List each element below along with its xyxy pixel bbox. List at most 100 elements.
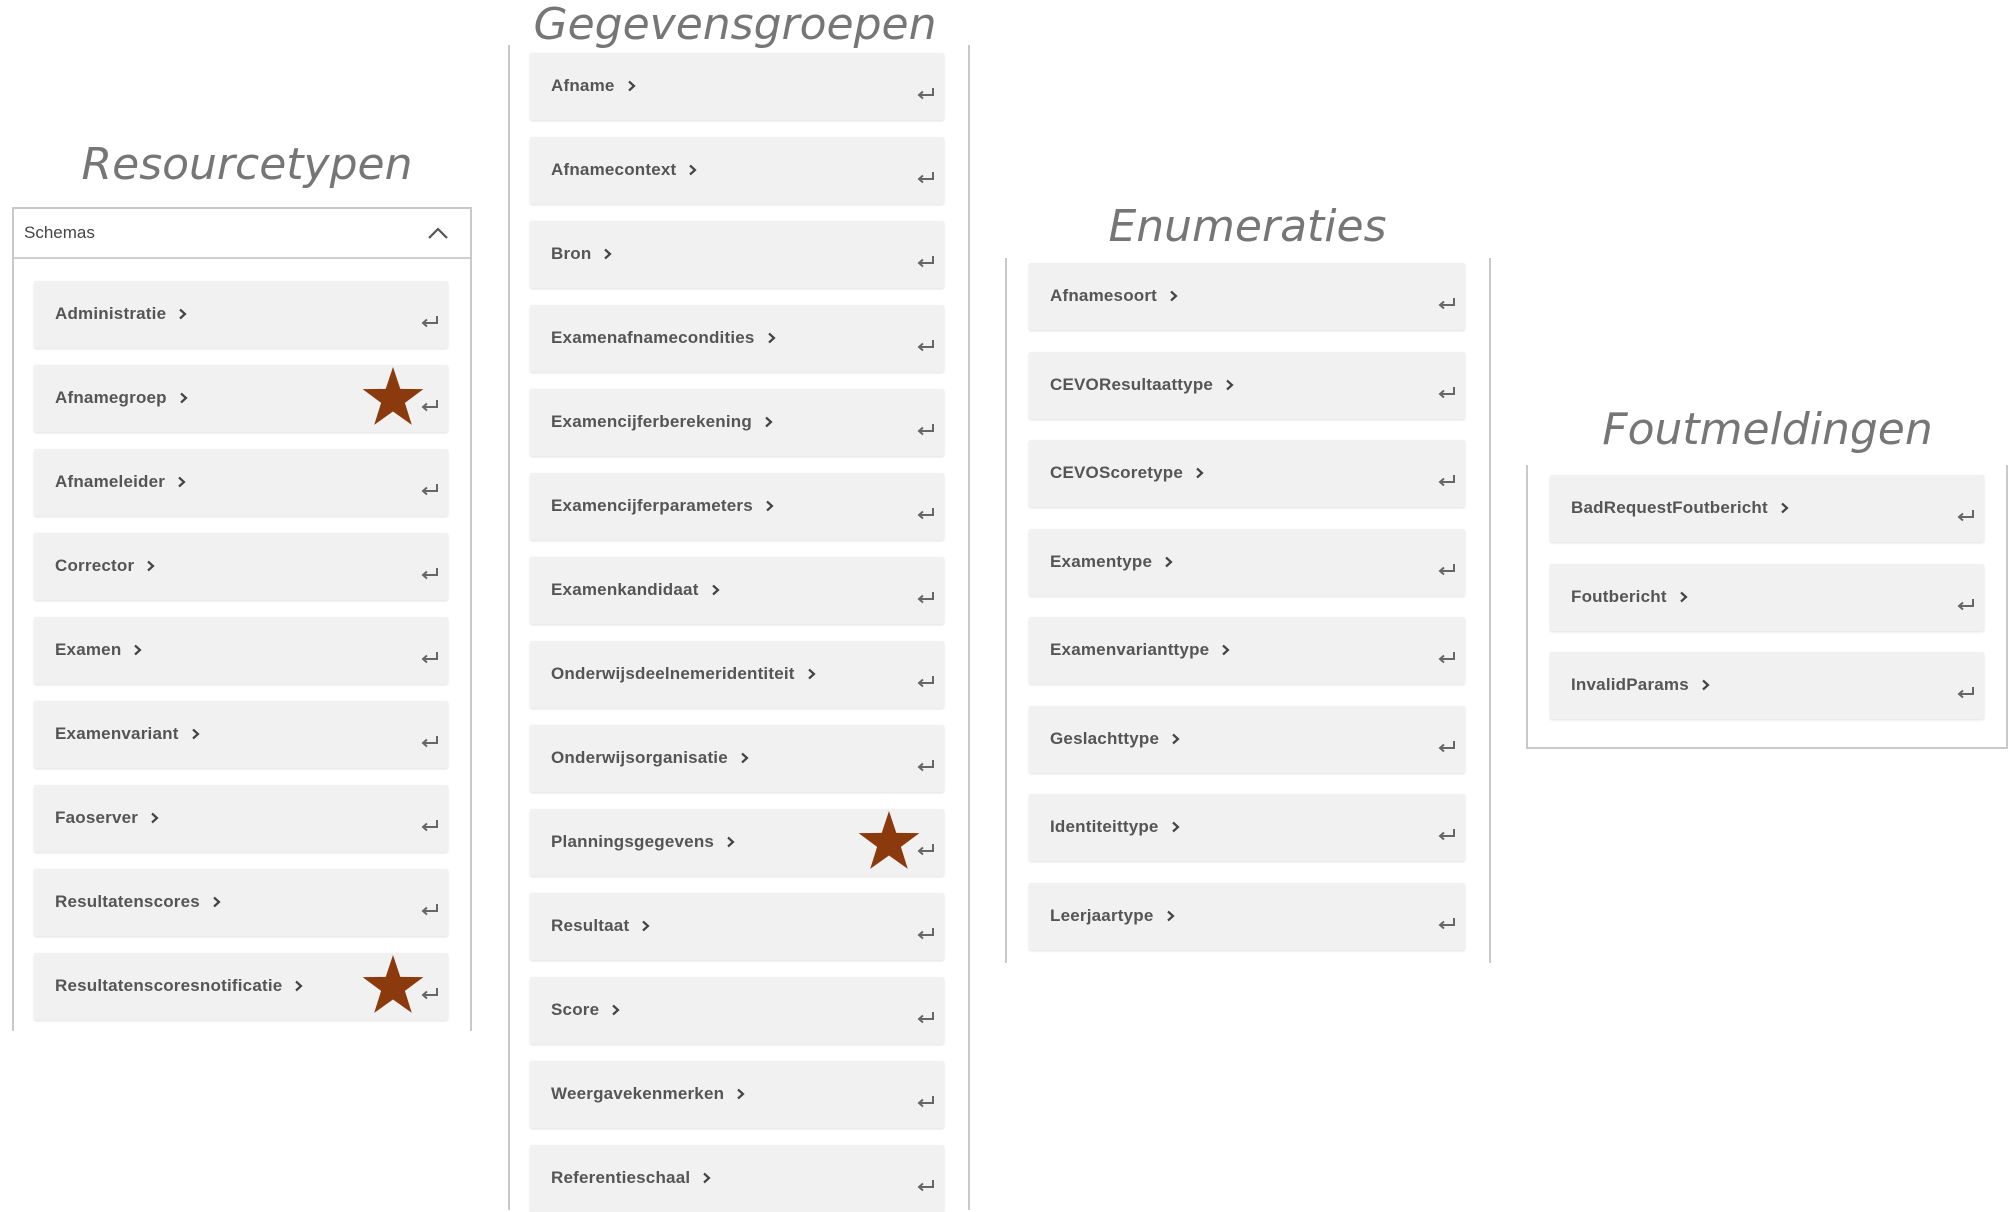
- schema-item[interactable]: Onderwijsdeelnemeridentiteit: [530, 641, 944, 708]
- schema-item[interactable]: Afnameleider: [34, 449, 448, 516]
- enter-arrow-icon[interactable]: [1437, 474, 1457, 488]
- chevron-right-icon[interactable]: [1169, 290, 1178, 302]
- chevron-up-icon[interactable]: [426, 221, 450, 245]
- schema-item[interactable]: Afnamecontext: [530, 137, 944, 204]
- chevron-right-icon[interactable]: [627, 80, 636, 92]
- enter-arrow-icon[interactable]: [1956, 509, 1976, 523]
- chevron-right-icon[interactable]: [740, 752, 749, 764]
- enter-arrow-icon[interactable]: [1437, 828, 1457, 842]
- enter-arrow-icon[interactable]: [1437, 563, 1457, 577]
- schema-item[interactable]: Score: [530, 977, 944, 1044]
- schema-item[interactable]: Foutbericht: [1550, 564, 1984, 631]
- enter-arrow-icon[interactable]: [1437, 917, 1457, 931]
- enter-arrow-icon[interactable]: [916, 1179, 936, 1193]
- schema-item[interactable]: Examenvariant: [34, 701, 448, 768]
- schema-item[interactable]: Afnamegroep: [34, 365, 448, 432]
- enter-arrow-icon[interactable]: [916, 591, 936, 605]
- schema-item[interactable]: Resultaat: [530, 893, 944, 960]
- chevron-right-icon[interactable]: [146, 560, 155, 572]
- chevron-right-icon[interactable]: [1701, 679, 1710, 691]
- enter-arrow-icon[interactable]: [916, 675, 936, 689]
- chevron-right-icon[interactable]: [1195, 467, 1204, 479]
- schema-item[interactable]: Planningsgegevens: [530, 809, 944, 876]
- chevron-right-icon[interactable]: [1166, 910, 1175, 922]
- schema-item[interactable]: Afname: [530, 53, 944, 120]
- enter-arrow-icon[interactable]: [1437, 740, 1457, 754]
- schema-item[interactable]: Corrector: [34, 533, 448, 600]
- schema-item[interactable]: Examenkandidaat: [530, 557, 944, 624]
- enter-arrow-icon[interactable]: [916, 87, 936, 101]
- chevron-right-icon[interactable]: [688, 164, 698, 176]
- chevron-right-icon[interactable]: [736, 1088, 745, 1100]
- schema-item[interactable]: Leerjaartype: [1029, 883, 1465, 950]
- enter-arrow-icon[interactable]: [420, 735, 440, 749]
- schema-item[interactable]: Weergavekenmerken: [530, 1061, 944, 1128]
- schema-item[interactable]: Identiteittype: [1029, 794, 1465, 861]
- enter-arrow-icon[interactable]: [916, 423, 936, 437]
- chevron-right-icon[interactable]: [764, 416, 773, 428]
- enter-arrow-icon[interactable]: [916, 507, 936, 521]
- chevron-right-icon[interactable]: [177, 476, 186, 488]
- schemas-accordion-header[interactable]: Schemas: [14, 209, 470, 259]
- schema-item[interactable]: Administratie: [34, 281, 448, 348]
- enter-arrow-icon[interactable]: [916, 1095, 936, 1109]
- schema-item[interactable]: CEVOScoretype: [1029, 440, 1465, 507]
- chevron-right-icon[interactable]: [212, 896, 221, 908]
- enter-arrow-icon[interactable]: [1956, 598, 1976, 612]
- chevron-right-icon[interactable]: [726, 836, 735, 848]
- enter-arrow-icon[interactable]: [916, 1011, 936, 1025]
- schema-item[interactable]: Examenafnamecondities: [530, 305, 944, 372]
- enter-arrow-icon[interactable]: [1437, 297, 1457, 311]
- schema-item[interactable]: Bron: [530, 221, 944, 288]
- chevron-right-icon[interactable]: [702, 1172, 711, 1184]
- chevron-right-icon[interactable]: [603, 248, 613, 260]
- enter-arrow-icon[interactable]: [916, 171, 936, 185]
- chevron-right-icon[interactable]: [1679, 591, 1688, 603]
- enter-arrow-icon[interactable]: [1437, 386, 1457, 400]
- chevron-right-icon[interactable]: [294, 980, 304, 992]
- schema-item[interactable]: BadRequestFoutbericht: [1550, 475, 1984, 542]
- schema-item[interactable]: CEVOResultaattype: [1029, 352, 1465, 419]
- schema-item[interactable]: Resultatenscoresnotificatie: [34, 953, 448, 1020]
- schema-item[interactable]: Examenvarianttype: [1029, 617, 1465, 684]
- chevron-right-icon[interactable]: [178, 308, 187, 320]
- enter-arrow-icon[interactable]: [420, 567, 440, 581]
- schema-item[interactable]: Examen: [34, 617, 448, 684]
- chevron-right-icon[interactable]: [1171, 733, 1180, 745]
- chevron-right-icon[interactable]: [765, 500, 774, 512]
- chevron-right-icon[interactable]: [807, 668, 816, 680]
- schema-item[interactable]: Onderwijsorganisatie: [530, 725, 944, 792]
- chevron-right-icon[interactable]: [179, 392, 188, 404]
- enter-arrow-icon[interactable]: [420, 315, 440, 329]
- chevron-right-icon[interactable]: [711, 584, 720, 596]
- chevron-right-icon[interactable]: [133, 644, 143, 656]
- chevron-right-icon[interactable]: [150, 812, 159, 824]
- chevron-right-icon[interactable]: [1221, 644, 1230, 656]
- schema-item[interactable]: Geslachttype: [1029, 706, 1465, 773]
- chevron-right-icon[interactable]: [1225, 379, 1234, 391]
- chevron-right-icon[interactable]: [1164, 556, 1173, 568]
- enter-arrow-icon[interactable]: [420, 483, 440, 497]
- schema-item[interactable]: Examentype: [1029, 529, 1465, 596]
- chevron-right-icon[interactable]: [611, 1004, 620, 1016]
- schema-item[interactable]: Afnamesoort: [1029, 263, 1465, 330]
- chevron-right-icon[interactable]: [191, 728, 200, 740]
- enter-arrow-icon[interactable]: [916, 759, 936, 773]
- chevron-right-icon[interactable]: [767, 332, 776, 344]
- schema-item[interactable]: Referentieschaal: [530, 1145, 944, 1212]
- chevron-right-icon[interactable]: [1780, 502, 1789, 514]
- schema-item[interactable]: InvalidParams: [1550, 652, 1984, 719]
- enter-arrow-icon[interactable]: [916, 255, 936, 269]
- enter-arrow-icon[interactable]: [916, 339, 936, 353]
- chevron-right-icon[interactable]: [641, 920, 650, 932]
- enter-arrow-icon[interactable]: [420, 651, 440, 665]
- chevron-right-icon[interactable]: [1171, 821, 1180, 833]
- schema-item[interactable]: Examencijferparameters: [530, 473, 944, 540]
- enter-arrow-icon[interactable]: [1437, 651, 1457, 665]
- enter-arrow-icon[interactable]: [420, 819, 440, 833]
- schema-item[interactable]: Resultatenscores: [34, 869, 448, 936]
- enter-arrow-icon[interactable]: [420, 903, 440, 917]
- schema-item[interactable]: Examencijferberekening: [530, 389, 944, 456]
- enter-arrow-icon[interactable]: [1956, 686, 1976, 700]
- enter-arrow-icon[interactable]: [916, 927, 936, 941]
